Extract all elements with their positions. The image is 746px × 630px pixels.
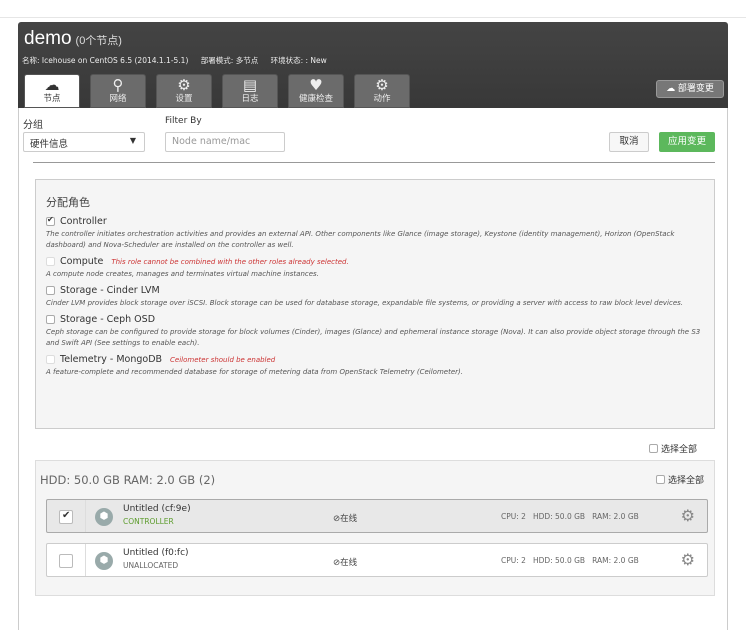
role-compute-description: A compute node creates, manages and term… [46,270,319,278]
role-compute: Compute This role cannot be combined wit… [46,256,704,280]
heart-icon: ♥ [309,76,323,94]
role-cinder-lvm-checkbox[interactable] [46,286,55,295]
network-icon: ⚲ [112,76,124,94]
group-by-select[interactable]: 硬件信息 ▼ [23,132,145,152]
tab-actions-label: 动作 [373,94,391,104]
tab-logs-label: 日志 [241,94,259,104]
gear-icon[interactable]: ⚙ [681,550,695,569]
node-row[interactable]: ⬢ Untitled (cf:9e) CONTROLLER ⊘在线 CPU: 2… [46,499,708,533]
environment-release: 名称: Icehouse on CentOS 6.5 (2014.1.1-5.1… [22,56,189,65]
role-controller-description: The controller initiates orchestration a… [46,230,675,249]
filter-by-label: Filter By [165,116,202,126]
role-telemetry-mongodb-name: Telemetry - MongoDB [60,354,163,365]
node-specs: CPU: 2 HDD: 50.0 GB RAM: 2.0 GB [501,512,646,521]
role-cinder-lvm-description: Cinder LVM provides block storage over i… [46,299,684,307]
environment-meta: 名称: Icehouse on CentOS 6.5 (2014.1.1-5.1… [22,55,337,66]
filter-input[interactable]: Node name/mac [165,132,285,152]
deploy-changes-button[interactable]: ☁ 部署变更 [656,80,724,98]
select-all-label: 选择全部 [661,445,698,455]
node-group-title: HDD: 50.0 GB RAM: 2.0 GB (2) [40,473,216,487]
environment-name: demo [24,28,72,49]
tab-logs[interactable]: ▤ 日志 [222,74,278,108]
node-cpu: CPU: 2 [501,556,526,565]
caret-down-icon: ▼ [129,136,136,145]
role-controller: Controller The controller initiates orch… [46,215,704,251]
tab-health-check[interactable]: ♥ 健康检查 [288,74,344,108]
environment-header: demo (0个节点) 名称: Icehouse on CentOS 6.5 (2… [18,22,728,108]
gear-icon[interactable]: ⚙ [681,506,695,525]
role-cinder-lvm: Storage - Cinder LVM Cinder LVM provides… [46,285,704,309]
divider [85,544,86,576]
role-controller-name: Controller [60,216,107,227]
role-ceph-osd: Storage - Ceph OSD Ceph storage can be c… [46,314,704,349]
environment-title: demo (0个节点) [24,28,122,50]
node-group-select-all-checkbox[interactable] [655,475,665,484]
tab-network-label: 网络 [109,94,127,104]
select-all-nodes[interactable]: 选择全部 [649,442,697,455]
node-checkbox[interactable] [59,554,73,568]
node-group-select-all-label: 选择全部 [667,476,704,486]
deployment-mode: 部署模式: 多节点 [200,56,259,65]
role-assignment-panel: 分配角色 Controller The controller initiates… [35,179,715,429]
group-by-value: 硬件信息 [30,139,69,150]
divider [85,500,86,532]
environment-tabs: ☁ 节点 ⚲ 网络 ⚙ 设置 ▤ 日志 ♥ 健康检查 ⚙ 动作 [24,74,420,108]
node-group: HDD: 50.0 GB RAM: 2.0 GB (2) 选择全部 ⬢ Unti… [35,460,715,596]
cancel-button[interactable]: 取消 [609,132,649,152]
node-ram: RAM: 2.0 GB [592,556,639,565]
role-compute-name: Compute [60,256,104,267]
tab-nodes-label: 节点 [43,94,61,104]
node-row[interactable]: ⬢ Untitled (f0:fc) UNALLOCATED ⊘在线 CPU: … [46,543,708,577]
divider [33,162,715,163]
node-name[interactable]: Untitled (f0:fc) [123,548,189,558]
tab-settings[interactable]: ⚙ 设置 [156,74,212,108]
role-controller-checkbox[interactable] [46,215,55,226]
role-telemetry-mongodb-checkbox[interactable] [46,355,55,364]
roles-title: 分配角色 [46,196,90,209]
browser-top-strip [0,0,746,18]
cloud-icon: ☁ [44,76,60,94]
node-name[interactable]: Untitled (cf:9e) [123,504,191,514]
role-ceph-osd-name: Storage - Ceph OSD [60,314,156,325]
role-cinder-lvm-name: Storage - Cinder LVM [60,285,160,296]
role-compute-warning: This role cannot be combined with the ot… [111,257,349,266]
server-icon: ⬢ [95,552,113,570]
role-compute-checkbox[interactable] [46,257,55,266]
group-by-label: 分组 [23,120,43,131]
apply-changes-button[interactable]: 应用变更 [659,132,715,152]
select-all-checkbox[interactable] [649,444,658,453]
node-hdd: HDD: 50.0 GB [532,556,586,565]
tab-settings-label: 设置 [175,94,193,104]
cogs-icon: ⚙ [375,76,389,94]
tab-nodes[interactable]: ☁ 节点 [24,74,80,108]
tab-health-check-label: 健康检查 [298,94,333,104]
role-telemetry-mongodb-warning: Ceilometer should be enabled [170,355,276,364]
role-telemetry-mongodb-description: A feature-complete and recommended datab… [46,368,463,376]
node-role: CONTROLLER [123,517,174,526]
node-cpu: CPU: 2 [501,512,526,521]
tab-network[interactable]: ⚲ 网络 [90,74,146,108]
node-group-select-all[interactable]: 选择全部 [655,473,704,486]
node-hdd: HDD: 50.0 GB [532,512,586,521]
role-telemetry-mongodb: Telemetry - MongoDB Ceilometer should be… [46,354,704,378]
node-ram: RAM: 2.0 GB [592,512,639,521]
environment-status: 环境状态: : New [270,56,327,65]
node-status: ⊘在线 [333,514,358,524]
nodes-tab-content: 分组 硬件信息 ▼ Filter By Node name/mac 取消 应用变… [18,108,728,630]
node-status: ⊘在线 [333,558,358,568]
tab-actions[interactable]: ⚙ 动作 [354,74,410,108]
gear-icon: ⚙ [177,76,191,94]
node-role: UNALLOCATED [123,561,179,570]
node-specs: CPU: 2 HDD: 50.0 GB RAM: 2.0 GB [501,556,646,565]
node-checkbox[interactable] [59,510,73,524]
document-icon: ▤ [242,76,258,94]
role-ceph-osd-description: Ceph storage can be configured to provid… [46,328,701,347]
role-ceph-osd-checkbox[interactable] [46,315,55,324]
server-icon: ⬢ [95,508,113,526]
node-count: (0个节点) [75,35,122,47]
